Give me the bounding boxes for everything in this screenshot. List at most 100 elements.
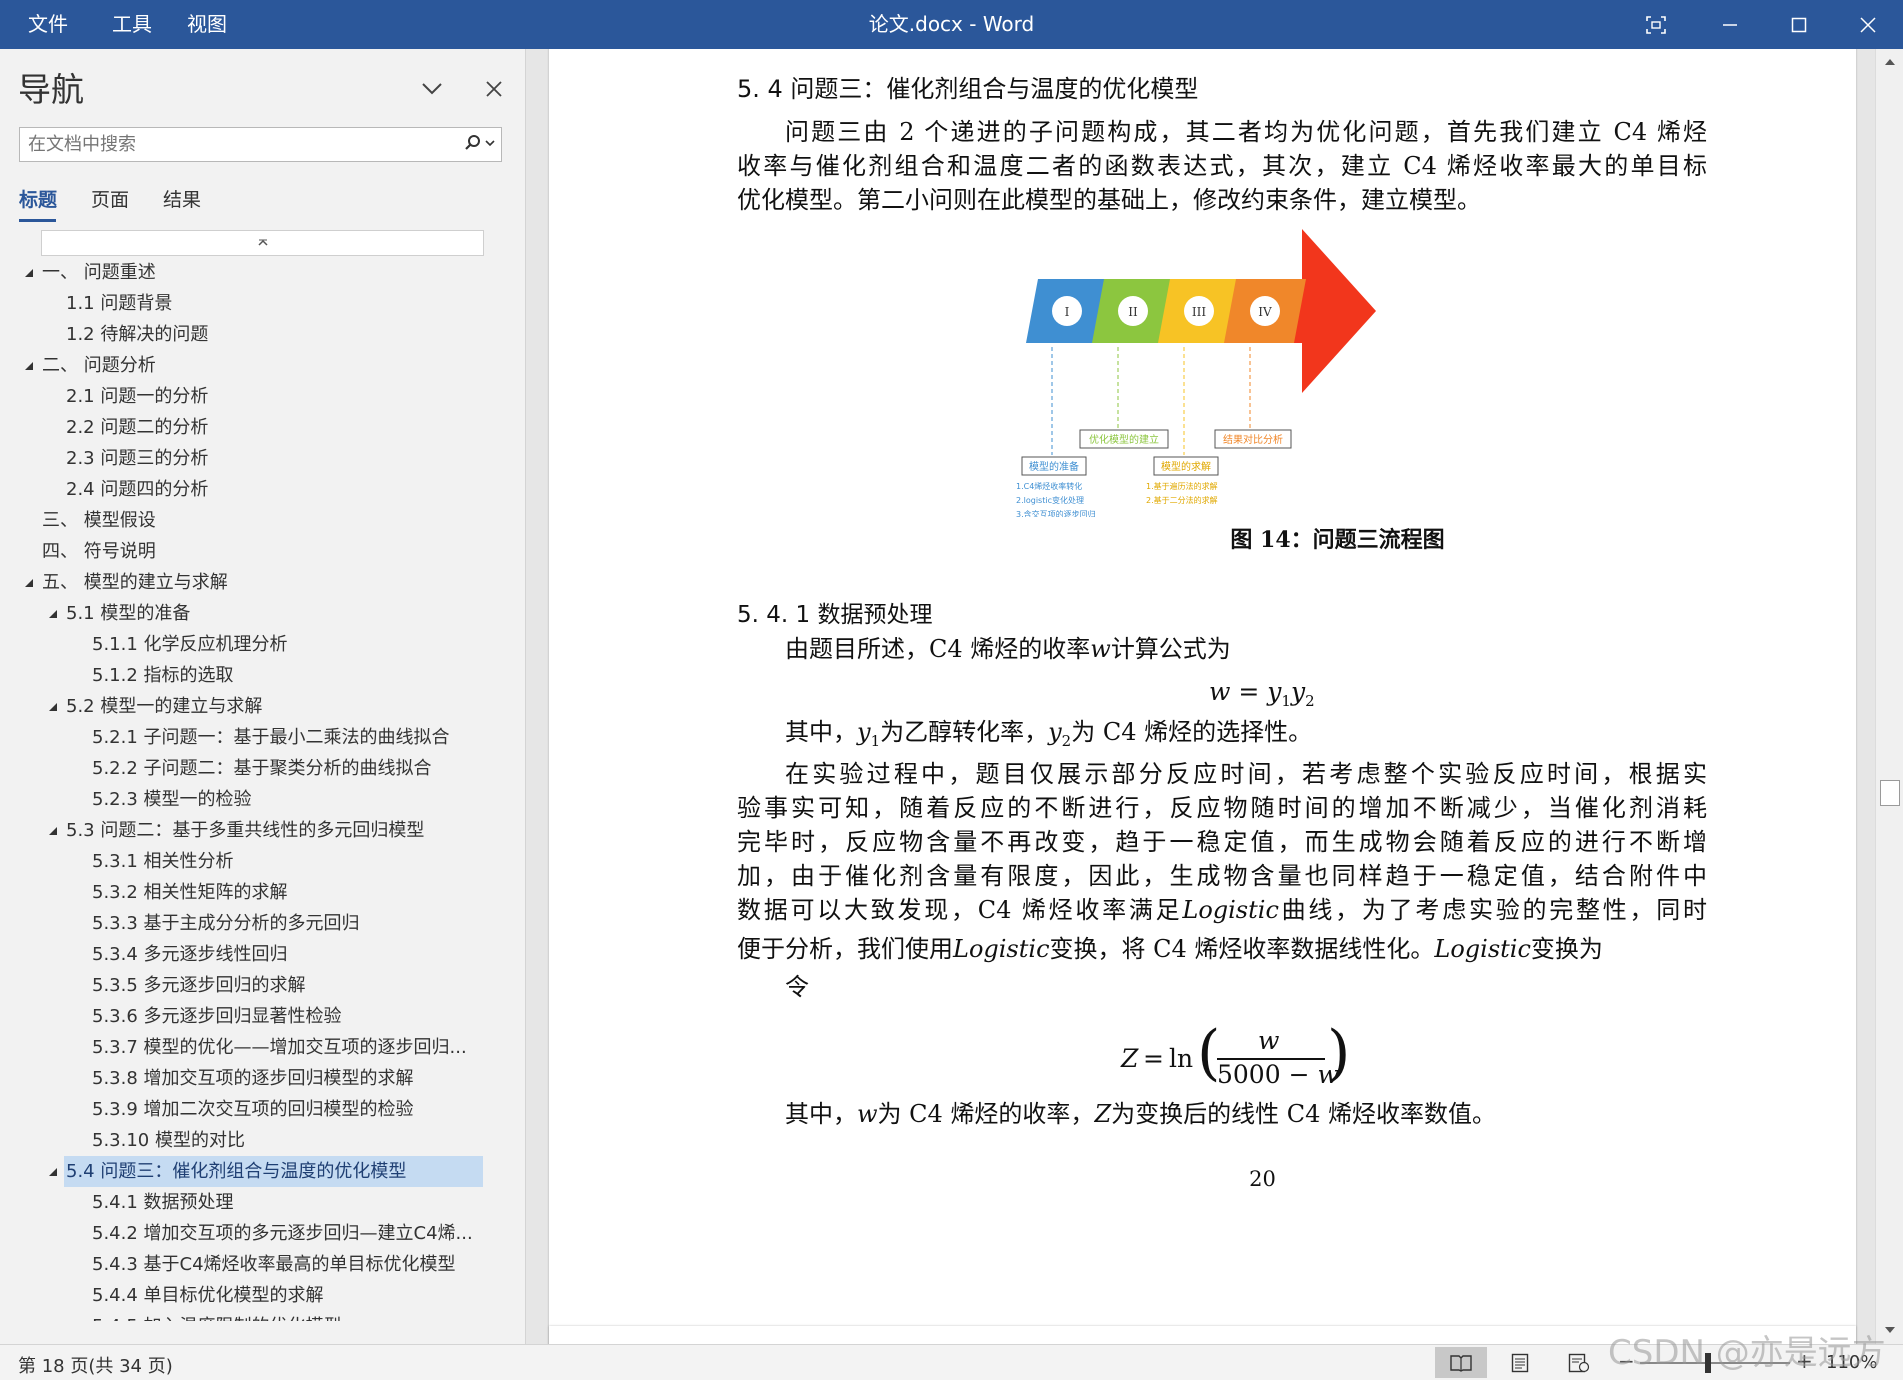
tab-results[interactable]: 结果 <box>163 185 201 212</box>
nav-heading-item[interactable]: 2.3 问题三的分析 <box>0 443 483 474</box>
nav-heading-item[interactable]: 2.2 问题二的分析 <box>0 412 483 443</box>
nav-heading-label: 5.1 模型的准备 <box>66 603 191 624</box>
nav-heading-item[interactable]: 2.1 问题一的分析 <box>0 381 483 412</box>
document-page: 5. 4 问题三：催化剂组合与温度的优化模型 问题三由 2 个递进的子问题构成，… <box>549 49 1856 1344</box>
print-layout-button[interactable] <box>1494 1347 1546 1378</box>
nav-heading-label: 5.2.1 子问题一：基于最小二乘法的曲线拟合 <box>92 727 450 748</box>
nav-heading-item[interactable]: 1.1 问题背景 <box>0 288 483 319</box>
nav-heading-item[interactable]: 5.3.9 增加二次交互项的回归模型的检验 <box>0 1094 483 1125</box>
nav-heading-item[interactable]: 二、 问题分析 <box>0 350 483 381</box>
nav-heading-item[interactable]: 5.3.4 多元逐步线性回归 <box>0 939 483 970</box>
collapse-up-icon <box>257 239 268 246</box>
page-count-indicator[interactable]: 第 18 页(共 34 页) <box>18 1352 173 1378</box>
nav-heading-item[interactable]: 5.2.1 子问题一：基于最小二乘法的曲线拟合 <box>0 722 483 753</box>
nav-heading-label: 5.2 模型一的建立与求解 <box>66 696 263 717</box>
p3-line-6: 便于分析，我们使用Logistic变换，将 C4 烯烃收率数据线性化。Logis… <box>737 932 1707 966</box>
scroll-up-button[interactable] <box>1881 53 1899 71</box>
intro-line-2: 收率与催化剂组合和温度二者的函数表达式，其次，建立 C4 烯烃收率最大的单目标 <box>737 152 1707 180</box>
watermark: CSDN @亦是远方 <box>1608 1333 1886 1373</box>
nav-options-button[interactable] <box>412 69 452 109</box>
minimize-button[interactable] <box>1696 0 1764 49</box>
nav-heading-item[interactable]: 三、 模型假设 <box>0 505 483 536</box>
p2-v1-sub: 1 <box>870 731 881 750</box>
vertical-scrollbar[interactable] <box>1875 49 1903 1344</box>
eq1-y2: y <box>1290 677 1306 706</box>
nav-heading-item[interactable]: 5.3.5 多元逐步回归的求解 <box>0 970 483 1001</box>
nav-heading-item[interactable]: 一、 问题重述 <box>0 257 483 288</box>
subsection-heading: 5. 4. 1 数据预处理 <box>737 602 933 628</box>
nav-heading-item[interactable]: 5.3.2 相关性矩阵的求解 <box>0 877 483 908</box>
nav-heading-item[interactable]: 5.3.7 模型的优化——增加交互项的逐步回归... <box>0 1032 483 1063</box>
nav-heading-item[interactable]: 5.3.8 增加交互项的逐步回归模型的求解 <box>0 1063 483 1094</box>
nav-heading-label: 5.4.5 加入温度限制的优化模型 <box>92 1311 342 1321</box>
nav-heading-label: 5.3.7 模型的优化——增加交互项的逐步回归... <box>92 1037 467 1058</box>
nav-heading-item[interactable]: 四、 符号说明 <box>0 536 483 567</box>
collapse-headings-button[interactable] <box>41 230 484 256</box>
nav-heading-label: 5.3.6 多元逐步回归显著性检验 <box>92 1006 342 1027</box>
expand-toggle-icon[interactable] <box>24 268 34 278</box>
eq2-fn: ln <box>1169 1044 1194 1073</box>
expand-toggle-icon[interactable] <box>48 609 58 619</box>
scroll-thumb[interactable] <box>1880 780 1900 806</box>
nav-heading-item[interactable]: 5.4 问题三：催化剂组合与温度的优化模型 <box>49 1156 483 1187</box>
p2-v2: y <box>1048 718 1062 746</box>
nav-heading-item[interactable]: 五、 模型的建立与求解 <box>0 567 483 598</box>
focus-mode-button[interactable] <box>1622 0 1690 49</box>
p2-a: 其中， <box>785 718 857 746</box>
menu-view[interactable]: 视图 <box>187 0 227 49</box>
box-solve-label: 模型的求解 <box>1161 460 1211 473</box>
nav-heading-item[interactable]: 5.1.2 指标的选取 <box>0 660 483 691</box>
nav-heading-item[interactable]: 5.4.4 单目标优化模型的求解 <box>0 1280 483 1311</box>
nav-heading-label: 一、 问题重述 <box>42 262 156 283</box>
nav-heading-label: 四、 符号说明 <box>42 541 156 562</box>
nav-heading-label: 二、 问题分析 <box>42 355 156 376</box>
nav-heading-item[interactable]: 5.1 模型的准备 <box>0 598 483 629</box>
nav-heading-item[interactable]: 5.4.1 数据预处理 <box>0 1187 483 1218</box>
maximize-button[interactable] <box>1765 0 1833 49</box>
menu-tools[interactable]: 工具 <box>112 0 152 49</box>
nav-heading-label: 5.4.4 单目标优化模型的求解 <box>92 1285 324 1306</box>
eq1-y2-sub: 2 <box>1305 692 1315 710</box>
nav-heading-item[interactable]: 5.4.2 增加交互项的多元逐步回归—建立C4烯... <box>0 1218 483 1249</box>
nav-heading-item[interactable]: 5.4.5 加入温度限制的优化模型 <box>0 1311 483 1321</box>
nav-heading-item[interactable]: 5.2 模型一的建立与求解 <box>0 691 483 722</box>
p3-l6-c: 变换，将 C4 烯烃收率数据线性化。 <box>1049 935 1435 963</box>
web-layout-icon <box>1568 1353 1590 1372</box>
nav-heading-item[interactable]: 5.3.6 多元逐步回归显著性检验 <box>0 1001 483 1032</box>
prep-item-1: 1.C4烯烃收率转化 <box>1016 481 1082 491</box>
p3-line-1: 在实验过程中，题目仅展示部分反应时间，若考虑整个实验反应时间，根据实 <box>785 760 1707 788</box>
solve-item-2: 2.基于二分法的求解 <box>1146 495 1218 505</box>
nav-heading-label: 5.2.3 模型一的检验 <box>92 789 252 810</box>
expand-toggle-icon[interactable] <box>48 826 58 836</box>
nav-heading-label: 5.3.2 相关性矩阵的求解 <box>92 882 288 903</box>
p3-line-4: 加，由于催化剂含量有限度，因此，生成物含量也同样趋于一稳定值，结合附件中 <box>737 862 1707 890</box>
menu-file[interactable]: 文件 <box>28 0 68 49</box>
expand-toggle-icon[interactable] <box>24 578 34 588</box>
nav-heading-item[interactable]: 5.2.2 子问题二：基于聚类分析的曲线拟合 <box>0 753 483 784</box>
nav-heading-item[interactable]: 5.4.3 基于C4烯烃收率最高的单目标优化模型 <box>0 1249 483 1280</box>
nav-heading-item[interactable]: 5.3.10 模型的对比 <box>0 1125 483 1156</box>
read-mode-button[interactable] <box>1435 1347 1487 1378</box>
close-window-button[interactable] <box>1834 0 1902 49</box>
nav-heading-item[interactable]: 5.3 问题二：基于多重共线性的多元回归模型 <box>0 815 483 846</box>
tab-headings[interactable]: 标题 <box>19 185 57 212</box>
nav-heading-item[interactable]: 1.2 待解决的问题 <box>0 319 483 350</box>
p2-v2-sub: 2 <box>1061 731 1072 750</box>
search-input[interactable] <box>20 128 440 161</box>
expand-toggle-icon[interactable] <box>24 361 34 371</box>
web-layout-button[interactable] <box>1553 1347 1605 1378</box>
nav-close-button[interactable] <box>474 69 514 109</box>
nav-heading-item[interactable]: 2.4 问题四的分析 <box>0 474 483 505</box>
expand-toggle-icon[interactable] <box>48 1167 58 1177</box>
nav-heading-item[interactable]: 5.1.1 化学反应机理分析 <box>0 629 483 660</box>
nav-heading-label: 5.4.2 增加交互项的多元逐步回归—建立C4烯... <box>92 1223 473 1244</box>
tab-pages[interactable]: 页面 <box>91 185 129 212</box>
p2-c: 为 C4 烯烃的选择性。 <box>1071 718 1313 746</box>
p3-line-5: 数据可以大致发现，C4 烯烃收率满足Logistic曲线，为了考虑实验的完整性，… <box>737 893 1707 927</box>
maximize-icon <box>1791 17 1807 32</box>
nav-heading-item[interactable]: 5.3.1 相关性分析 <box>0 846 483 877</box>
expand-toggle-icon[interactable] <box>48 702 58 712</box>
nav-heading-item[interactable]: 5.2.3 模型一的检验 <box>0 784 483 815</box>
nav-heading-item[interactable]: 5.3.3 基于主成分分析的多元回归 <box>0 908 483 939</box>
search-button[interactable] <box>464 134 495 152</box>
